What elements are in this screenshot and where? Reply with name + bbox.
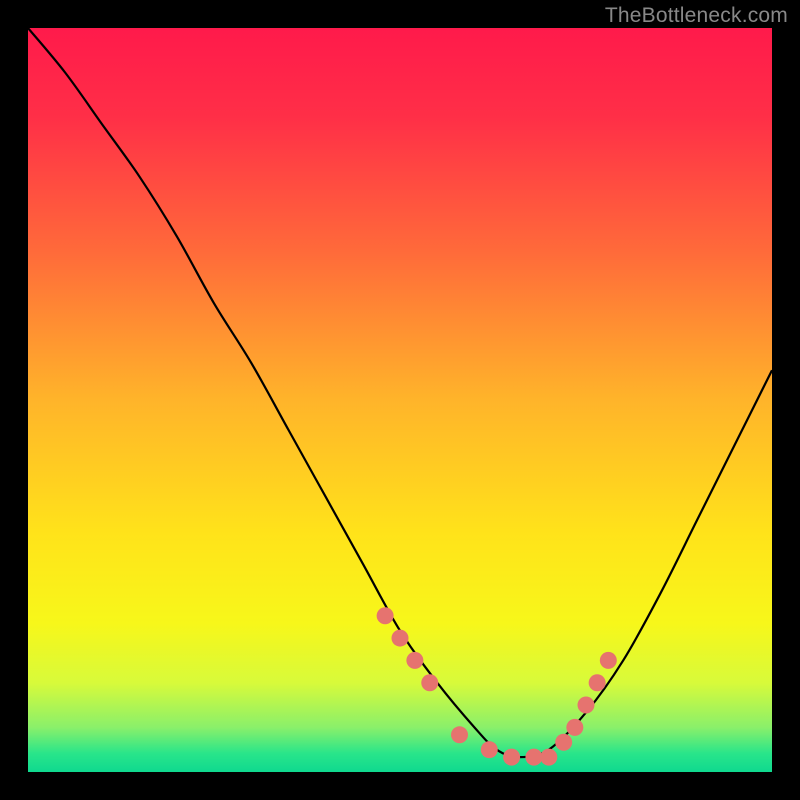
chart-area [28, 28, 772, 772]
watermark-text: TheBottleneck.com [605, 4, 788, 28]
chart-background-gradient [28, 28, 772, 772]
